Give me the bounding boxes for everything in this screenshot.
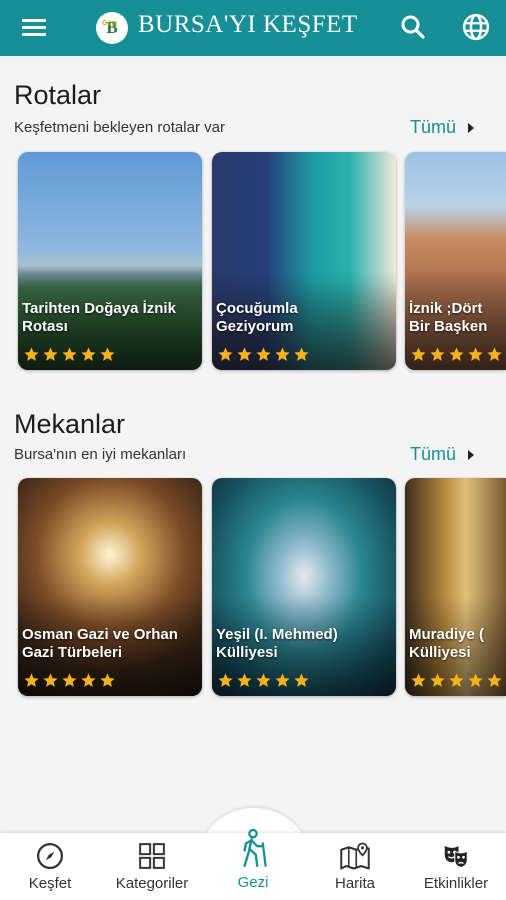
nav-item-gezi[interactable]: Gezi bbox=[203, 828, 303, 891]
hiker-icon bbox=[243, 828, 267, 867]
star-icon bbox=[294, 347, 309, 361]
chevron-right-icon bbox=[468, 122, 475, 133]
place-card[interactable]: Muradiye ( Külliyesi bbox=[405, 478, 506, 696]
star-icon bbox=[468, 347, 483, 361]
card-title: Tarihten Doğaya İznik Rotası bbox=[22, 300, 176, 335]
star-icon bbox=[81, 347, 96, 361]
search-icon[interactable] bbox=[398, 12, 428, 42]
star-icon bbox=[237, 347, 252, 361]
star-icon bbox=[430, 673, 445, 687]
routes-see-all-button[interactable]: Tümü bbox=[410, 117, 475, 138]
places-see-all-button[interactable]: Tümü bbox=[410, 444, 475, 465]
card-title: Muradiye ( Külliyesi bbox=[409, 626, 485, 661]
see-all-label: Tümü bbox=[410, 117, 457, 137]
card-title: Yeşil (I. Mehmed) Külliyesi bbox=[216, 626, 338, 661]
places-subtitle: Bursa'nın en iyi mekanları bbox=[14, 446, 187, 463]
star-icon bbox=[449, 673, 464, 687]
route-card[interactable]: Çocuğumla Geziyorum bbox=[212, 152, 396, 370]
star-icon bbox=[100, 347, 115, 361]
app-logo: Gezi B bbox=[96, 12, 128, 44]
star-rating bbox=[410, 346, 503, 364]
star-icon bbox=[294, 673, 309, 687]
star-rating bbox=[217, 672, 310, 690]
see-all-label: Tümü bbox=[410, 444, 457, 464]
menu-icon[interactable] bbox=[22, 15, 50, 41]
star-icon bbox=[24, 347, 39, 361]
card-title: İznik ;Dört Bir Başken bbox=[409, 300, 488, 335]
nav-item-kesfet[interactable]: Keşfet bbox=[0, 841, 100, 897]
star-icon bbox=[275, 673, 290, 687]
star-icon bbox=[468, 673, 483, 687]
star-icon bbox=[256, 673, 271, 687]
card-title: Çocuğumla Geziyorum bbox=[216, 300, 298, 335]
globe-icon[interactable] bbox=[461, 12, 491, 42]
place-card[interactable]: Osman Gazi ve Orhan Gazi Türbeleri bbox=[18, 478, 202, 696]
compass-icon bbox=[37, 843, 63, 869]
nav-item-etkinlikler[interactable]: Etkinlikler bbox=[406, 841, 506, 897]
star-icon bbox=[487, 673, 502, 687]
nav-label: Keşfet bbox=[28, 875, 72, 892]
route-card[interactable]: İznik ;Dört Bir Başken bbox=[405, 152, 506, 370]
star-icon bbox=[449, 347, 464, 361]
star-icon bbox=[237, 673, 252, 687]
star-icon bbox=[218, 347, 233, 361]
star-icon bbox=[81, 673, 96, 687]
masks-icon bbox=[444, 846, 468, 868]
nav-label: Kategoriler bbox=[115, 875, 189, 892]
star-icon bbox=[43, 347, 58, 361]
app-bar: Gezi B BURSA'YI KEŞFET bbox=[0, 0, 506, 56]
nav-label: Gezi bbox=[237, 874, 269, 891]
star-icon bbox=[62, 673, 77, 687]
map-icon bbox=[340, 842, 370, 870]
star-icon bbox=[430, 347, 445, 361]
route-card[interactable]: Tarihten Doğaya İznik Rotası bbox=[18, 152, 202, 370]
grid-icon bbox=[139, 843, 165, 869]
star-icon bbox=[487, 347, 502, 361]
nav-label: Harita bbox=[334, 875, 375, 892]
star-icon bbox=[24, 673, 39, 687]
star-icon bbox=[43, 673, 58, 687]
star-icon bbox=[218, 673, 233, 687]
routes-title: Rotalar bbox=[14, 80, 102, 110]
star-rating bbox=[23, 346, 116, 364]
nav-item-kategoriler[interactable]: Kategoriler bbox=[102, 841, 202, 897]
card-title: Osman Gazi ve Orhan Gazi Türbeleri bbox=[22, 626, 178, 661]
star-icon bbox=[411, 673, 426, 687]
place-card[interactable]: Yeşil (I. Mehmed) Külliyesi bbox=[212, 478, 396, 696]
star-icon bbox=[62, 347, 77, 361]
star-rating bbox=[217, 346, 310, 364]
app-title: BURSA'YI KEŞFET bbox=[138, 11, 358, 38]
star-icon bbox=[100, 673, 115, 687]
star-rating bbox=[410, 672, 503, 690]
places-title: Mekanlar bbox=[14, 409, 126, 439]
nav-label: Etkinlikler bbox=[423, 875, 489, 892]
nav-item-harita[interactable]: Harita bbox=[305, 841, 405, 897]
star-icon bbox=[256, 347, 271, 361]
star-icon bbox=[275, 347, 290, 361]
chevron-right-icon bbox=[468, 449, 475, 460]
star-rating bbox=[23, 672, 116, 690]
star-icon bbox=[411, 347, 426, 361]
routes-subtitle: Keşfetmeni bekleyen rotalar var bbox=[14, 119, 225, 136]
